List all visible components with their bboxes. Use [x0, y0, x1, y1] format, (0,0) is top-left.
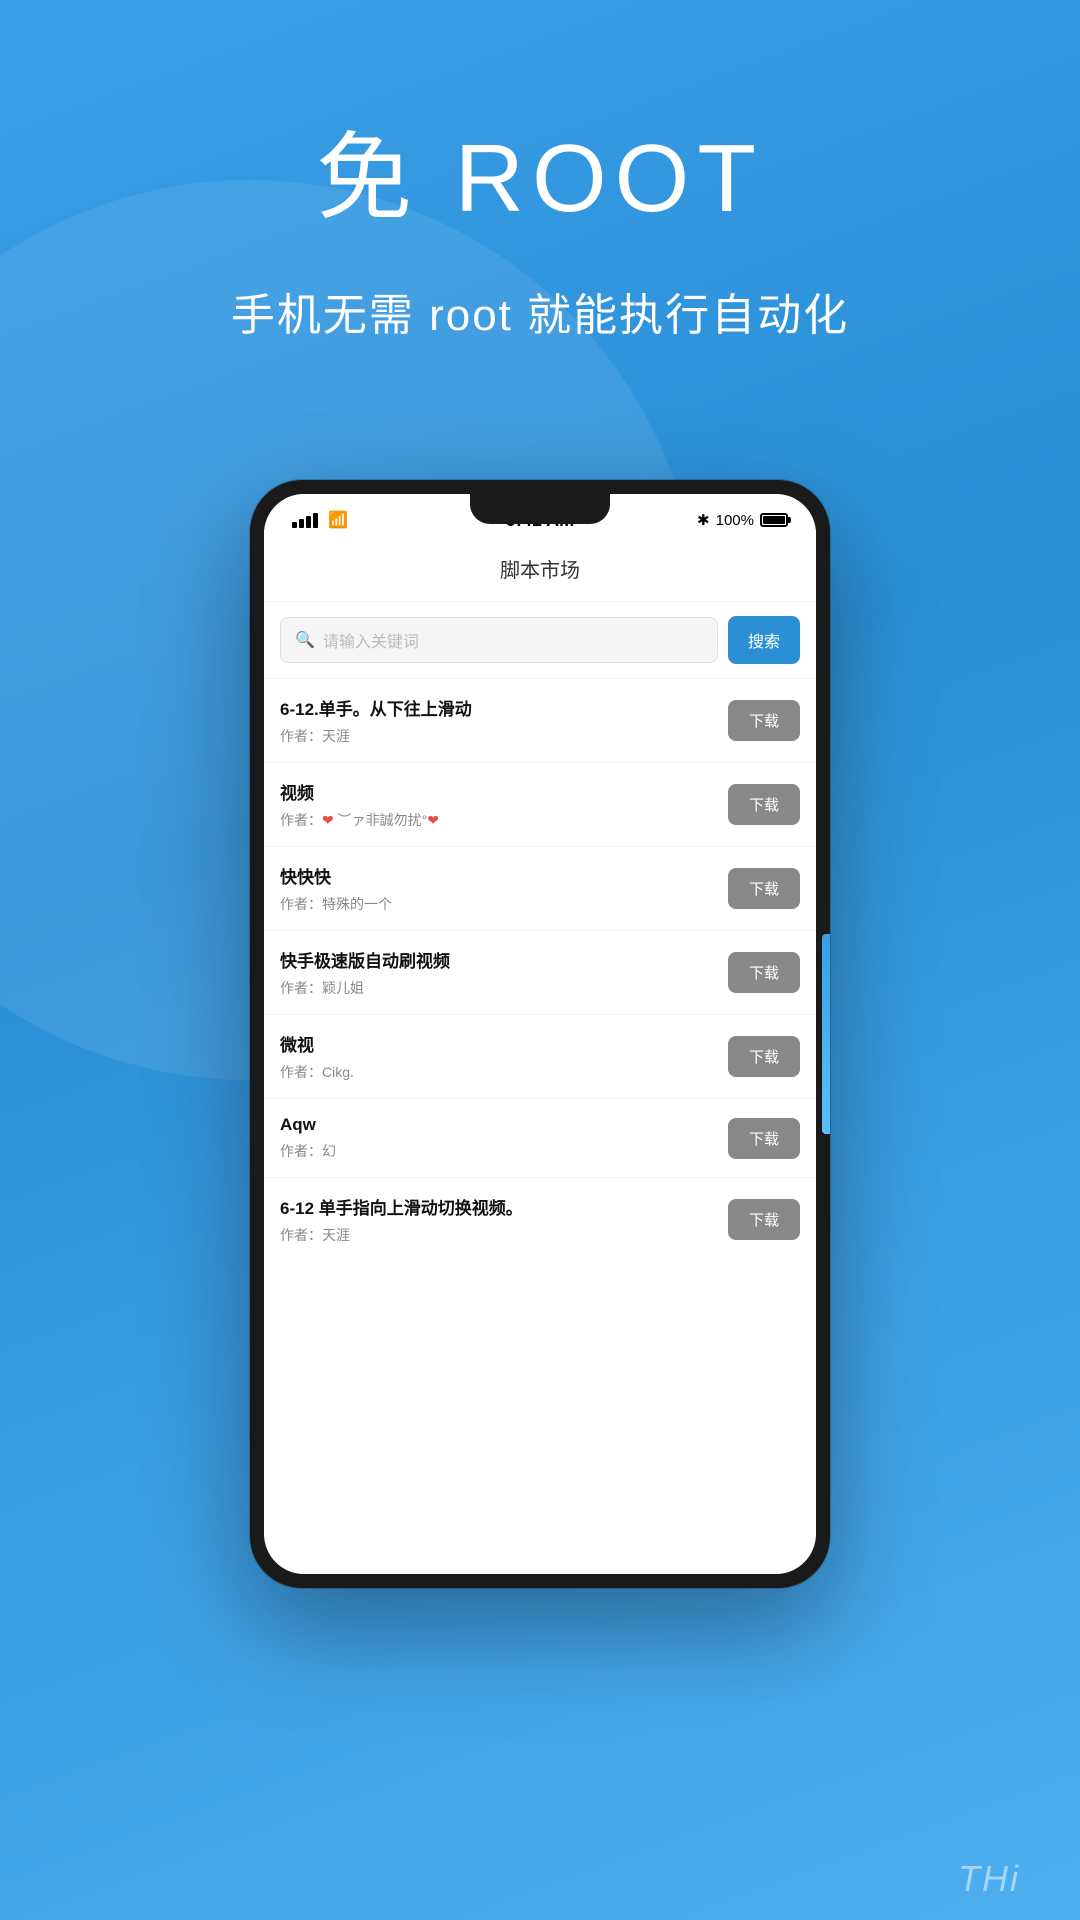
phone-frame: 📶 9:41 AM ✱ 100% 脚本市场 🔍 请输入关键词 [250, 480, 830, 1588]
download-button[interactable]: 下载 [728, 784, 800, 825]
script-name: 微视 [280, 1031, 728, 1056]
search-icon: 🔍 [295, 630, 315, 650]
script-info: 快快快 作者：特殊的一个 [280, 863, 728, 914]
download-button[interactable]: 下载 [728, 868, 800, 909]
download-button[interactable]: 下载 [728, 1036, 800, 1077]
search-button[interactable]: 搜索 [728, 616, 800, 664]
script-name: 6-12.单手。从下往上滑动 [280, 695, 728, 720]
script-name: 视频 [280, 779, 728, 804]
download-button[interactable]: 下载 [728, 700, 800, 741]
app-header: 脚本市场 [264, 540, 816, 602]
search-placeholder: 请输入关键词 [323, 628, 419, 652]
list-item: 快快快 作者：特殊的一个 下载 [264, 847, 816, 931]
hero-subtitle: 手机无需 root 就能执行自动化 [0, 279, 1080, 343]
list-item: 视频 作者：❤ ︶ァ非誠勿扰°❤ 下载 [264, 763, 816, 847]
list-item: 微视 作者：Cikg. 下载 [264, 1015, 816, 1099]
status-left: 📶 [292, 510, 348, 530]
battery-percent: 100% [716, 512, 754, 529]
script-info: Aqw 作者：幻 [280, 1115, 728, 1161]
wifi-icon: 📶 [328, 510, 348, 530]
battery-icon [760, 513, 788, 527]
phone-mockup: 📶 9:41 AM ✱ 100% 脚本市场 🔍 请输入关键词 [250, 480, 830, 1588]
download-button[interactable]: 下载 [728, 1118, 800, 1159]
status-right: ✱ 100% [697, 511, 788, 529]
download-button[interactable]: 下载 [728, 1199, 800, 1240]
script-name: 6-12 单手指向上滑动切换视频。 [280, 1194, 728, 1219]
script-author: 作者：幻 [280, 1141, 728, 1161]
script-author: 作者：❤ ︶ァ非誠勿扰°❤ [280, 810, 728, 830]
phone-screen: 📶 9:41 AM ✱ 100% 脚本市场 🔍 请输入关键词 [264, 494, 816, 1574]
script-author: 作者：Cikg. [280, 1062, 728, 1082]
hero-section: 免 ROOT 手机无需 root 就能执行自动化 [0, 0, 1080, 403]
search-input-wrap[interactable]: 🔍 请输入关键词 [280, 617, 718, 663]
script-list: 6-12.单手。从下往上滑动 作者：天涯 下载 视频 作者：❤ ︶ァ非誠勿扰°❤… [264, 679, 816, 1261]
script-info: 6-12 单手指向上滑动切换视频。 作者：天涯 [280, 1194, 728, 1245]
search-section: 🔍 请输入关键词 搜索 [264, 602, 816, 679]
script-author: 作者：颖儿姐 [280, 978, 728, 998]
script-author: 作者：特殊的一个 [280, 894, 728, 914]
script-info: 快手极速版自动刷视频 作者：颖儿姐 [280, 947, 728, 998]
phone-notch [470, 494, 610, 524]
script-name: 快手极速版自动刷视频 [280, 947, 728, 972]
script-author: 作者：天涯 [280, 726, 728, 746]
script-name: Aqw [280, 1115, 728, 1135]
script-author: 作者：天涯 [280, 1225, 728, 1245]
script-info: 微视 作者：Cikg. [280, 1031, 728, 1082]
list-item: Aqw 作者：幻 下载 [264, 1099, 816, 1178]
script-info: 6-12.单手。从下往上滑动 作者：天涯 [280, 695, 728, 746]
hero-title: 免 ROOT [0, 100, 1080, 239]
bluetooth-icon: ✱ [697, 511, 710, 529]
download-button[interactable]: 下载 [728, 952, 800, 993]
list-item: 6-12.单手。从下往上滑动 作者：天涯 下载 [264, 679, 816, 763]
script-info: 视频 作者：❤ ︶ァ非誠勿扰°❤ [280, 779, 728, 830]
bottom-watermark: THi [958, 1858, 1020, 1900]
list-item: 6-12 单手指向上滑动切换视频。 作者：天涯 下载 [264, 1178, 816, 1261]
signal-bars [292, 513, 318, 528]
script-name: 快快快 [280, 863, 728, 888]
list-item: 快手极速版自动刷视频 作者：颖儿姐 下载 [264, 931, 816, 1015]
